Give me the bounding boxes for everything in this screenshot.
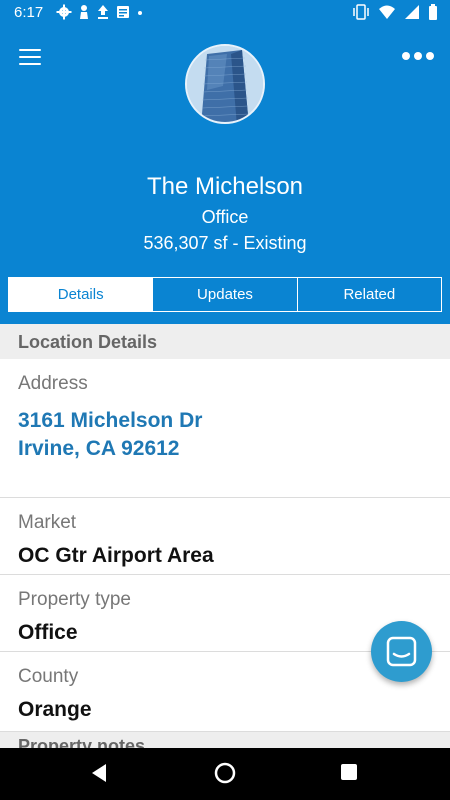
tab-bar: Details Updates Related [8,277,442,312]
back-icon[interactable] [90,762,108,784]
tab-details[interactable]: Details [9,278,154,311]
system-icons [352,4,438,20]
address-label: Address [18,373,88,394]
property-name: The Michelson [146,173,304,200]
vibrate-icon [353,4,369,20]
section-location-details: Location Details [0,324,450,359]
document-icon [117,6,129,18]
property-photo [185,44,265,124]
battery-icon [429,4,437,20]
tab-updates[interactable]: Updates [153,278,298,311]
property-type-label: Property type [18,589,131,610]
navigation-bar [0,748,450,800]
address-field: Address 3161 Michelson Dr Irvine, CA 926… [0,359,450,498]
market-field: Market OC Gtr Airport Area [0,498,450,575]
market-label: Market [18,512,77,533]
county-label: County [18,666,79,687]
status-bar: 6:17 [0,0,450,26]
upload-icon [98,5,108,19]
section-title: Location Details [18,332,158,352]
notification-icons [56,4,144,20]
address-link[interactable]: 3161 Michelson Dr Irvine, CA 92612 [18,407,202,463]
chat-icon [386,636,417,667]
home-icon[interactable] [214,762,236,784]
property-header: The Michelson Office 536,307 sf - Existi… [0,26,450,324]
recents-icon[interactable] [340,763,358,781]
market-value: OC Gtr Airport Area [18,544,214,567]
county-value: Orange [18,698,92,721]
property-category: Office [201,207,249,227]
building-image [187,46,263,122]
address-line2: Irvine, CA 92612 [18,437,180,460]
more-options-icon[interactable] [402,48,436,64]
status-time: 6:17 [14,4,44,21]
address-line1: 3161 Michelson Dr [18,409,203,432]
chess-pawn-icon [80,5,88,19]
property-size: 536,307 sf - Existing [143,233,307,253]
dot-icon [138,11,142,15]
wifi-icon [379,5,395,19]
signal-icon [405,5,419,19]
chat-button[interactable] [371,621,432,682]
tab-related[interactable]: Related [298,278,441,311]
settings-gear-icon [56,4,72,20]
property-type-value: Office [18,621,78,644]
menu-icon[interactable] [19,49,41,65]
